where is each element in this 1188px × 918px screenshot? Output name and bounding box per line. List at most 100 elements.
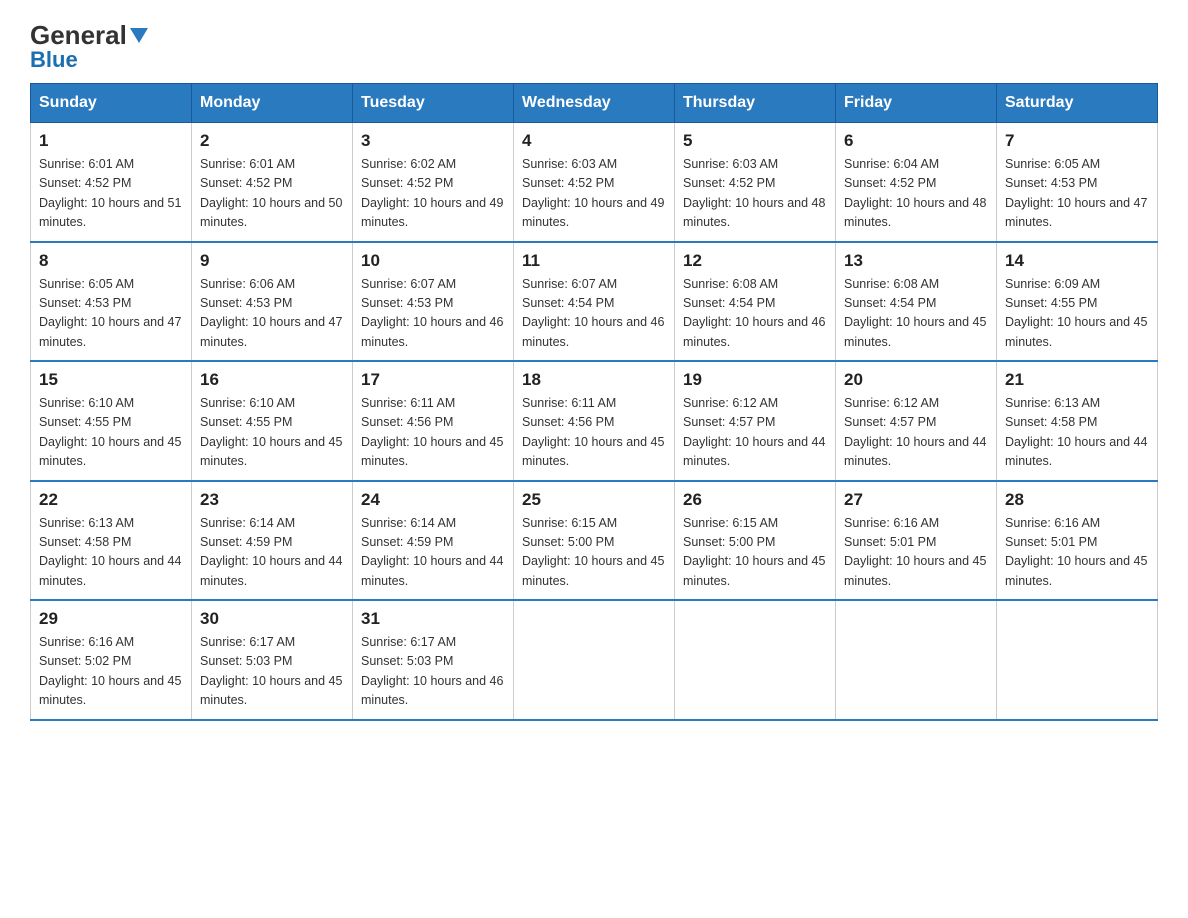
weekday-header-thursday: Thursday <box>675 84 836 123</box>
calendar-cell: 24 Sunrise: 6:14 AMSunset: 4:59 PMDayligh… <box>353 481 514 601</box>
day-number: 22 <box>39 490 183 510</box>
day-number: 9 <box>200 251 344 271</box>
calendar-week-row: 29Sunrise: 6:16 AMSunset: 5:02 PMDayligh… <box>31 600 1158 720</box>
day-info: Sunrise: 6:07 AMSunset: 4:54 PMDaylight:… <box>522 275 666 353</box>
day-info: Sunrise: 6:09 AMSunset: 4:55 PMDaylight:… <box>1005 275 1149 353</box>
calendar-cell: 18 Sunrise: 6:11 AMSunset: 4:56 PMDayligh… <box>514 361 675 481</box>
day-number: 12 <box>683 251 827 271</box>
calendar-cell: 21 Sunrise: 6:13 AMSunset: 4:58 PMDayligh… <box>997 361 1158 481</box>
day-info: Sunrise: 6:07 AMSunset: 4:53 PMDaylight:… <box>361 275 505 353</box>
weekday-header-friday: Friday <box>836 84 997 123</box>
day-number: 10 <box>361 251 505 271</box>
day-number: 20 <box>844 370 988 390</box>
calendar-cell: 3 Sunrise: 6:02 AMSunset: 4:52 PMDaylight… <box>353 123 514 242</box>
calendar-cell: 20Sunrise: 6:12 AMSunset: 4:57 PMDayligh… <box>836 361 997 481</box>
calendar-cell <box>514 600 675 720</box>
page-header: General Blue <box>30 20 1158 73</box>
day-number: 18 <box>522 370 666 390</box>
day-info: Sunrise: 6:15 AMSunset: 5:00 PMDaylight:… <box>522 514 666 592</box>
day-info: Sunrise: 6:01 AMSunset: 4:52 PMDaylight:… <box>39 155 183 233</box>
calendar-cell: 25 Sunrise: 6:15 AMSunset: 5:00 PMDayligh… <box>514 481 675 601</box>
day-info: Sunrise: 6:13 AMSunset: 4:58 PMDaylight:… <box>1005 394 1149 472</box>
day-info: Sunrise: 6:17 AMSunset: 5:03 PMDaylight:… <box>200 633 344 711</box>
day-number: 24 <box>361 490 505 510</box>
calendar-week-row: 1 Sunrise: 6:01 AMSunset: 4:52 PMDaylight… <box>31 123 1158 242</box>
day-number: 29 <box>39 609 183 629</box>
day-number: 27 <box>844 490 988 510</box>
day-info: Sunrise: 6:05 AMSunset: 4:53 PMDaylight:… <box>1005 155 1149 233</box>
day-number: 19 <box>683 370 827 390</box>
calendar-cell: 7 Sunrise: 6:05 AMSunset: 4:53 PMDaylight… <box>997 123 1158 242</box>
calendar-cell: 9 Sunrise: 6:06 AMSunset: 4:53 PMDaylight… <box>192 242 353 362</box>
day-info: Sunrise: 6:14 AMSunset: 4:59 PMDaylight:… <box>361 514 505 592</box>
calendar-cell: 30Sunrise: 6:17 AMSunset: 5:03 PMDayligh… <box>192 600 353 720</box>
calendar-cell: 14Sunrise: 6:09 AMSunset: 4:55 PMDayligh… <box>997 242 1158 362</box>
calendar-cell <box>675 600 836 720</box>
logo: General Blue <box>30 20 148 73</box>
calendar-cell: 5 Sunrise: 6:03 AMSunset: 4:52 PMDaylight… <box>675 123 836 242</box>
calendar-week-row: 8 Sunrise: 6:05 AMSunset: 4:53 PMDaylight… <box>31 242 1158 362</box>
day-number: 26 <box>683 490 827 510</box>
weekday-header-sunday: Sunday <box>31 84 192 123</box>
day-number: 4 <box>522 131 666 151</box>
day-info: Sunrise: 6:08 AMSunset: 4:54 PMDaylight:… <box>844 275 988 353</box>
day-number: 23 <box>200 490 344 510</box>
calendar-cell: 15Sunrise: 6:10 AMSunset: 4:55 PMDayligh… <box>31 361 192 481</box>
calendar-cell: 22 Sunrise: 6:13 AMSunset: 4:58 PMDayligh… <box>31 481 192 601</box>
calendar-cell: 26 Sunrise: 6:15 AMSunset: 5:00 PMDayligh… <box>675 481 836 601</box>
day-info: Sunrise: 6:16 AMSunset: 5:01 PMDaylight:… <box>1005 514 1149 592</box>
day-number: 2 <box>200 131 344 151</box>
day-info: Sunrise: 6:13 AMSunset: 4:58 PMDaylight:… <box>39 514 183 592</box>
day-number: 11 <box>522 251 666 271</box>
day-number: 3 <box>361 131 505 151</box>
day-info: Sunrise: 6:05 AMSunset: 4:53 PMDaylight:… <box>39 275 183 353</box>
calendar-table: SundayMondayTuesdayWednesdayThursdayFrid… <box>30 83 1158 721</box>
weekday-header-monday: Monday <box>192 84 353 123</box>
day-number: 6 <box>844 131 988 151</box>
day-info: Sunrise: 6:02 AMSunset: 4:52 PMDaylight:… <box>361 155 505 233</box>
day-info: Sunrise: 6:03 AMSunset: 4:52 PMDaylight:… <box>522 155 666 233</box>
day-info: Sunrise: 6:03 AMSunset: 4:52 PMDaylight:… <box>683 155 827 233</box>
day-number: 1 <box>39 131 183 151</box>
day-number: 5 <box>683 131 827 151</box>
day-number: 25 <box>522 490 666 510</box>
calendar-cell: 19 Sunrise: 6:12 AMSunset: 4:57 PMDayligh… <box>675 361 836 481</box>
weekday-header-row: SundayMondayTuesdayWednesdayThursdayFrid… <box>31 84 1158 123</box>
calendar-cell: 31 Sunrise: 6:17 AMSunset: 5:03 PMDayligh… <box>353 600 514 720</box>
day-info: Sunrise: 6:16 AMSunset: 5:01 PMDaylight:… <box>844 514 988 592</box>
day-info: Sunrise: 6:10 AMSunset: 4:55 PMDaylight:… <box>200 394 344 472</box>
calendar-cell <box>997 600 1158 720</box>
logo-blue: Blue <box>30 47 78 73</box>
day-info: Sunrise: 6:08 AMSunset: 4:54 PMDaylight:… <box>683 275 827 353</box>
day-number: 8 <box>39 251 183 271</box>
day-number: 13 <box>844 251 988 271</box>
calendar-cell: 16 Sunrise: 6:10 AMSunset: 4:55 PMDayligh… <box>192 361 353 481</box>
day-info: Sunrise: 6:11 AMSunset: 4:56 PMDaylight:… <box>522 394 666 472</box>
day-number: 7 <box>1005 131 1149 151</box>
weekday-header-wednesday: Wednesday <box>514 84 675 123</box>
day-info: Sunrise: 6:15 AMSunset: 5:00 PMDaylight:… <box>683 514 827 592</box>
calendar-cell: 6 Sunrise: 6:04 AMSunset: 4:52 PMDaylight… <box>836 123 997 242</box>
weekday-header-tuesday: Tuesday <box>353 84 514 123</box>
day-info: Sunrise: 6:14 AMSunset: 4:59 PMDaylight:… <box>200 514 344 592</box>
day-number: 15 <box>39 370 183 390</box>
day-info: Sunrise: 6:11 AMSunset: 4:56 PMDaylight:… <box>361 394 505 472</box>
day-info: Sunrise: 6:06 AMSunset: 4:53 PMDaylight:… <box>200 275 344 353</box>
day-number: 28 <box>1005 490 1149 510</box>
day-number: 31 <box>361 609 505 629</box>
day-info: Sunrise: 6:12 AMSunset: 4:57 PMDaylight:… <box>683 394 827 472</box>
calendar-cell <box>836 600 997 720</box>
calendar-cell: 8 Sunrise: 6:05 AMSunset: 4:53 PMDaylight… <box>31 242 192 362</box>
calendar-cell: 11 Sunrise: 6:07 AMSunset: 4:54 PMDayligh… <box>514 242 675 362</box>
calendar-cell: 10 Sunrise: 6:07 AMSunset: 4:53 PMDayligh… <box>353 242 514 362</box>
day-info: Sunrise: 6:17 AMSunset: 5:03 PMDaylight:… <box>361 633 505 711</box>
day-info: Sunrise: 6:04 AMSunset: 4:52 PMDaylight:… <box>844 155 988 233</box>
calendar-week-row: 15 Sunrise: 6:10 AMSunset: 4:55 PMDayligh… <box>31 361 1158 481</box>
calendar-cell: 2Sunrise: 6:01 AMSunset: 4:52 PMDaylight… <box>192 123 353 242</box>
day-number: 16 <box>200 370 344 390</box>
calendar-cell: 4 Sunrise: 6:03 AMSunset: 4:52 PMDaylight… <box>514 123 675 242</box>
calendar-cell: 1 Sunrise: 6:01 AMSunset: 4:52 PMDaylight… <box>31 123 192 242</box>
calendar-cell: 23 Sunrise: 6:14 AMSunset: 4:59 PMDayligh… <box>192 481 353 601</box>
calendar-cell: 13 Sunrise: 6:08 AMSunset: 4:54 PMDayligh… <box>836 242 997 362</box>
day-number: 21 <box>1005 370 1149 390</box>
